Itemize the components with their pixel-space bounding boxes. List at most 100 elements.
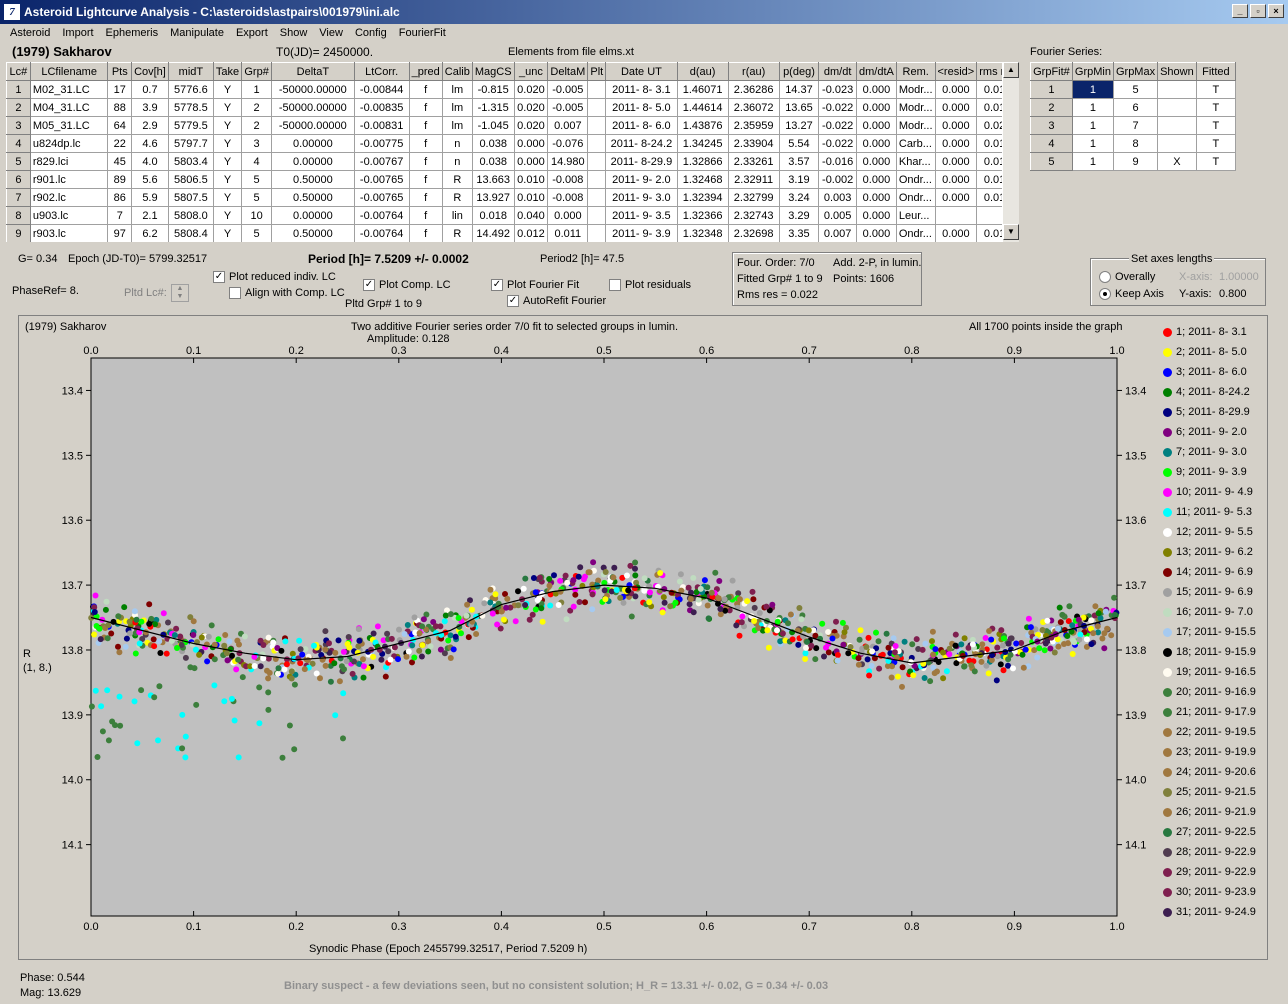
table-cell[interactable]: 0.000 — [934, 152, 978, 171]
table-cell[interactable]: 2.32743 — [727, 206, 780, 225]
table-scrollbar[interactable]: ▲ ▼ — [1002, 62, 1019, 242]
table-cell[interactable]: 7 — [107, 206, 133, 225]
table-cell[interactable]: f — [408, 80, 443, 99]
table-cell[interactable]: -0.815 — [471, 80, 515, 99]
menu-import[interactable]: Import — [56, 27, 99, 39]
table-cell[interactable] — [587, 152, 607, 171]
fourier-col-header[interactable]: Shown — [1157, 62, 1197, 81]
table-cell[interactable]: R — [441, 188, 473, 207]
autorefit-checkbox[interactable]: ✓ AutoRefit Fourier — [507, 295, 606, 308]
table-cell[interactable]: 0.000 — [934, 188, 978, 207]
lc-col-header[interactable]: _pred — [408, 62, 443, 81]
table-cell[interactable]: 5807.5 — [167, 188, 214, 207]
fourier-col-header[interactable]: GrpMax — [1112, 62, 1159, 81]
table-cell[interactable]: 9 — [6, 224, 31, 242]
table-cell[interactable]: 0.00000 — [271, 206, 355, 225]
table-cell[interactable]: 6 — [6, 170, 31, 189]
table-cell[interactable]: u903.lc — [29, 206, 109, 225]
table-cell[interactable]: 5778.5 — [167, 98, 214, 117]
table-cell[interactable]: 5776.6 — [167, 80, 214, 99]
table-cell[interactable]: lin — [441, 206, 473, 225]
lightcurve-chart[interactable]: 0.0 0.0 0.1 0.1 0.2 0.2 0.3 0.3 0.4 0.4 0.5 0.5 0.6 0… — [19, 316, 1159, 956]
table-cell[interactable]: 2011- 8- 3.1 — [605, 80, 678, 99]
menu-ephemeris[interactable]: Ephemeris — [100, 27, 165, 39]
table-cell[interactable]: 5808.0 — [167, 206, 214, 225]
table-cell[interactable]: 2.32911 — [727, 170, 780, 189]
fourier-row[interactable]: 317 T — [1030, 116, 1237, 135]
table-cell[interactable]: Ondr... — [895, 224, 936, 242]
lc-col-header[interactable]: Cov[h] — [131, 62, 169, 81]
table-cell[interactable]: 0.007 — [547, 116, 589, 135]
table-cell[interactable]: 0.000 — [856, 224, 897, 242]
table-cell[interactable]: 13.65 — [778, 98, 820, 117]
menu-show[interactable]: Show — [274, 27, 314, 39]
table-cell[interactable]: 0.010 — [513, 170, 549, 189]
table-cell[interactable]: 0.7 — [131, 80, 169, 99]
fourier-cell[interactable]: 7 — [1112, 116, 1159, 135]
lc-col-header[interactable]: d(au) — [676, 62, 729, 81]
table-cell[interactable]: r903.lc — [29, 224, 109, 242]
table-cell[interactable]: 0.50000 — [271, 170, 355, 189]
table-cell[interactable]: -1.045 — [471, 116, 515, 135]
table-cell[interactable]: f — [408, 116, 443, 135]
lc-col-header[interactable]: DeltaT — [271, 62, 355, 81]
fourier-col-header[interactable]: GrpMin — [1071, 62, 1114, 81]
fourier-cell[interactable]: 5 — [1112, 80, 1159, 99]
table-cell[interactable]: -50000.00000 — [271, 116, 355, 135]
table-row[interactable]: 5 r829.lci 45 4.0 5803.4 Y 4 0.00000 -0.00767 f n 0… — [6, 152, 1019, 171]
table-cell[interactable]: Carb... — [895, 134, 936, 153]
lc-col-header[interactable]: MagCS — [471, 62, 515, 81]
table-cell[interactable]: 17 — [107, 80, 133, 99]
table-cell[interactable]: 1.32348 — [676, 224, 729, 242]
table-cell[interactable]: 22 — [107, 134, 133, 153]
table-cell[interactable]: 1.44614 — [676, 98, 729, 117]
overally-radio[interactable]: Overally — [1099, 271, 1155, 284]
menu-manipulate[interactable]: Manipulate — [164, 27, 230, 39]
plot-reduced-checkbox[interactable]: ✓ Plot reduced indiv. LC — [213, 271, 336, 284]
table-cell[interactable]: 0.020 — [513, 80, 549, 99]
table-cell[interactable]: Y — [212, 152, 243, 171]
table-cell[interactable]: 13.927 — [471, 188, 515, 207]
table-cell[interactable]: 0.000 — [856, 80, 897, 99]
fourier-cell[interactable] — [1157, 116, 1197, 135]
table-cell[interactable]: 7 — [6, 188, 31, 207]
table-cell[interactable]: 2.33904 — [727, 134, 780, 153]
table-cell[interactable]: f — [408, 206, 443, 225]
table-cell[interactable]: 0.000 — [513, 152, 549, 171]
table-cell[interactable] — [587, 224, 607, 242]
lc-col-header[interactable]: Rem. — [895, 62, 936, 81]
table-cell[interactable]: 0.038 — [471, 134, 515, 153]
table-cell[interactable]: 0.000 — [856, 188, 897, 207]
table-cell[interactable]: 1.32468 — [676, 170, 729, 189]
align-comp-checkbox[interactable]: Align with Comp. LC — [229, 287, 345, 300]
table-cell[interactable]: 0.007 — [818, 224, 858, 242]
table-cell[interactable]: 2011- 9- 2.0 — [605, 170, 678, 189]
table-cell[interactable] — [587, 134, 607, 153]
fourier-cell[interactable]: X — [1157, 152, 1197, 171]
table-cell[interactable] — [587, 206, 607, 225]
menu-export[interactable]: Export — [230, 27, 274, 39]
fourier-cell[interactable]: 3 — [1030, 116, 1073, 135]
table-cell[interactable]: 5808.4 — [167, 224, 214, 242]
table-cell[interactable] — [587, 80, 607, 99]
table-cell[interactable]: f — [408, 224, 443, 242]
table-cell[interactable]: 0.020 — [513, 116, 549, 135]
table-cell[interactable]: 0.011 — [547, 224, 589, 242]
table-cell[interactable]: 2.36072 — [727, 98, 780, 117]
table-cell[interactable]: 3.24 — [778, 188, 820, 207]
table-cell[interactable]: 2.33261 — [727, 152, 780, 171]
table-cell[interactable]: -0.002 — [818, 170, 858, 189]
plot-fourier-check[interactable]: ✓ — [491, 279, 503, 292]
table-cell[interactable]: 2.1 — [131, 206, 169, 225]
table-cell[interactable]: M05_31.LC — [29, 116, 109, 135]
lc-col-header[interactable]: LtCorr. — [353, 62, 410, 81]
table-cell[interactable]: 14.37 — [778, 80, 820, 99]
table-cell[interactable]: 5806.5 — [167, 170, 214, 189]
table-cell[interactable]: 2.32698 — [727, 224, 780, 242]
plot-reduced-check[interactable]: ✓ — [213, 271, 225, 284]
table-cell[interactable]: R — [441, 170, 473, 189]
table-cell[interactable]: lm — [441, 116, 473, 135]
minimize-button[interactable]: _ — [1232, 4, 1248, 18]
table-cell[interactable]: 2 — [241, 116, 273, 135]
plot-comp-check[interactable]: ✓ — [363, 279, 375, 292]
